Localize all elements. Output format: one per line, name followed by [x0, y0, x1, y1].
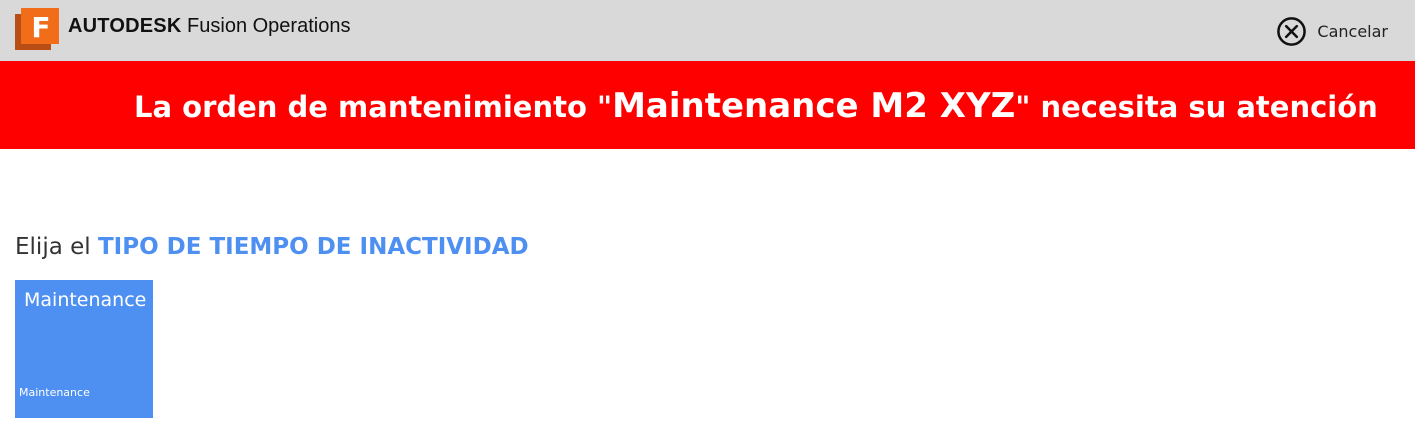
brand-name: AUTODESK: [68, 15, 182, 37]
alert-prefix: La orden de mantenimiento ": [134, 90, 613, 124]
downtime-type-tile-maintenance[interactable]: Maintenance Maintenance: [15, 280, 153, 418]
prompt-highlight: TIPO DE TIEMPO DE INACTIVIDAD: [97, 234, 529, 260]
alert-banner: La orden de mantenimiento "Maintenance M…: [0, 61, 1415, 149]
logo-letter: F: [31, 11, 50, 44]
top-bar: F AUTODESK Fusion Operations Cancelar: [0, 0, 1415, 61]
alert-suffix: " necesita su atención: [1015, 90, 1378, 124]
tile-subtitle: Maintenance: [19, 386, 90, 399]
prompt-prefix: Elija el: [15, 234, 98, 260]
product-name: Fusion Operations: [187, 15, 351, 37]
cancel-label[interactable]: Cancelar: [1317, 22, 1388, 41]
alert-message: La orden de mantenimiento "Maintenance M…: [134, 86, 1378, 126]
fusion-logo-icon: F: [15, 8, 59, 50]
downtime-type-prompt: Elija el TIPO DE TIEMPO DE INACTIVIDAD: [15, 234, 529, 260]
maintenance-order-name: Maintenance M2 XYZ: [612, 86, 1016, 126]
app-title: AUTODESK Fusion Operations: [68, 15, 350, 38]
cancel-button[interactable]: Cancelar: [1276, 15, 1388, 47]
close-circle-icon[interactable]: [1276, 16, 1307, 47]
tile-title: Maintenance: [24, 289, 147, 311]
